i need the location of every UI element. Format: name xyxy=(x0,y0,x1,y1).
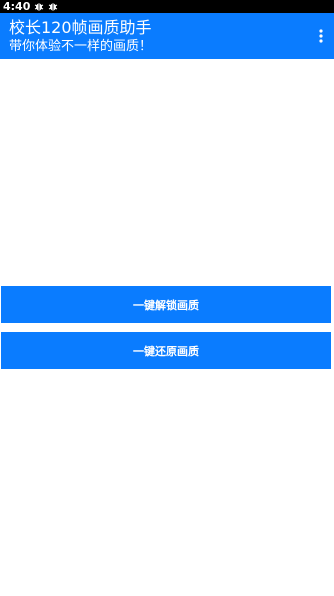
status-bar: 4:40 xyxy=(0,0,334,13)
more-vertical-icon xyxy=(319,29,323,43)
app-screen: 4:40 校长120帧画质助手 带你体验不一样的画质！ 一键解锁画质 一键还原画… xyxy=(0,0,334,596)
bug-icon xyxy=(35,3,44,11)
app-subtitle: 带你体验不一样的画质！ xyxy=(9,39,153,54)
bug-icon xyxy=(49,3,58,11)
unlock-quality-button[interactable]: 一键解锁画质 xyxy=(1,286,331,323)
app-title: 校长120帧画质助手 xyxy=(9,18,152,37)
overflow-menu-button[interactable] xyxy=(314,25,328,47)
app-bar: 校长120帧画质助手 带你体验不一样的画质！ xyxy=(0,13,334,59)
status-time: 4:40 xyxy=(3,0,31,13)
restore-quality-button[interactable]: 一键还原画质 xyxy=(1,332,331,369)
notification-icons xyxy=(34,2,58,11)
